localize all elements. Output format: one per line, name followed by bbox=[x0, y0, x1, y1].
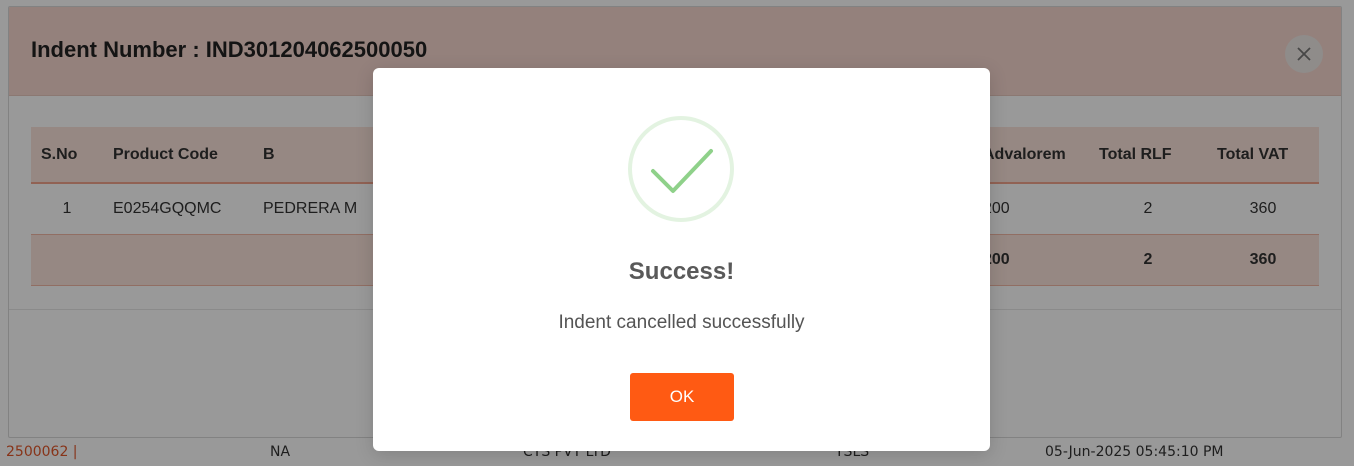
ok-button[interactable]: OK bbox=[630, 373, 734, 421]
success-check-icon bbox=[628, 116, 734, 222]
dialog-title: Success! bbox=[628, 258, 735, 285]
dialog-message: Indent cancelled successfully bbox=[558, 312, 805, 333]
success-dialog: Success! Indent cancelled successfully O… bbox=[373, 68, 990, 451]
